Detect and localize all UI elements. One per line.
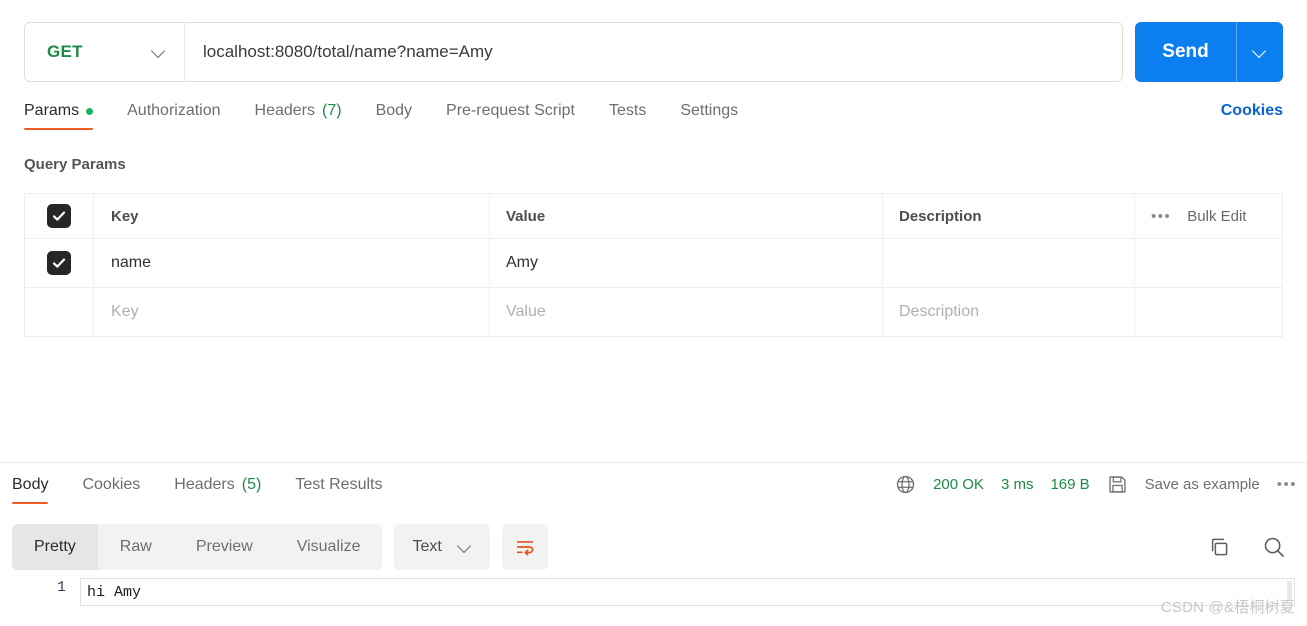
column-header-key-cell: Key — [94, 194, 490, 238]
column-header-description-cell: Description — [883, 194, 1134, 238]
select-all-checkbox[interactable] — [47, 204, 71, 228]
response-body-toolbar: Pretty Raw Preview Visualize Text — [12, 524, 1295, 570]
placeholder-select-cell — [25, 288, 94, 336]
response-body-actions — [1207, 534, 1295, 560]
row-value-cell[interactable]: Amy — [490, 239, 883, 287]
view-mode-pretty[interactable]: Pretty — [12, 524, 98, 570]
chevron-down-icon — [458, 540, 472, 554]
send-button[interactable]: Send — [1135, 22, 1237, 82]
wrap-text-button[interactable] — [501, 524, 548, 570]
response-tab-test-results[interactable]: Test Results — [295, 476, 382, 504]
tab-headers[interactable]: Headers (7) — [255, 102, 342, 130]
response-status: 200 OK — [933, 476, 984, 493]
globe-icon[interactable] — [895, 474, 916, 495]
http-method-label: GET — [47, 42, 83, 61]
placeholder-key-cell[interactable]: Key — [94, 288, 490, 336]
query-params-table: Key Value Description ••• Bulk Edit name… — [24, 193, 1283, 337]
response-ellipsis-icon[interactable]: ••• — [1277, 476, 1297, 493]
row-key-cell[interactable]: name — [94, 239, 490, 287]
tab-body-label: Body — [375, 102, 413, 119]
tab-settings[interactable]: Settings — [680, 102, 738, 130]
tab-pre-request-script-label: Pre-request Script — [446, 102, 575, 119]
line-number-gutter: 1 — [12, 578, 80, 618]
response-tab-body[interactable]: Body — [12, 476, 49, 504]
row-description-cell[interactable] — [883, 239, 1134, 287]
tab-params-label: Params — [24, 102, 80, 119]
response-tab-body-label: Body — [12, 476, 49, 493]
tab-headers-label: Headers — [254, 102, 315, 119]
table-actions-cell: ••• Bulk Edit — [1134, 194, 1282, 238]
placeholder-key-text: Key — [111, 303, 139, 320]
watermark: CSDN @&梧桐树夏 — [1160, 599, 1295, 616]
response-body-line: hi Amy — [87, 583, 142, 601]
placeholder-value-text: Value — [506, 303, 546, 320]
row-actions-cell — [1134, 239, 1282, 287]
table-row[interactable]: name Amy — [25, 239, 1282, 288]
copy-icon[interactable] — [1207, 535, 1231, 559]
tab-pre-request-script[interactable]: Pre-request Script — [446, 102, 575, 130]
response-tab-headers[interactable]: Headers (5) — [174, 476, 261, 504]
ellipsis-icon[interactable]: ••• — [1151, 208, 1171, 225]
line-number: 1 — [56, 579, 66, 596]
placeholder-description-cell[interactable]: Description — [883, 288, 1134, 336]
table-header-row: Key Value Description ••• Bulk Edit — [25, 194, 1282, 239]
save-as-example-button[interactable]: Save as example — [1145, 476, 1260, 493]
response-tab-test-results-label: Test Results — [295, 476, 383, 493]
select-all-cell — [25, 194, 94, 238]
placeholder-actions-cell — [1134, 288, 1282, 336]
table-placeholder-row[interactable]: Key Value Description — [25, 288, 1282, 337]
column-header-key: Key — [111, 207, 139, 225]
response-tab-headers-label: Headers — [174, 476, 235, 493]
view-mode-visualize[interactable]: Visualize — [275, 524, 383, 570]
response-view-mode-group: Pretty Raw Preview Visualize — [12, 524, 383, 570]
tab-authorization-label: Authorization — [127, 102, 221, 119]
tab-settings-label: Settings — [680, 102, 739, 119]
tab-headers-count: (7) — [322, 102, 342, 119]
row-value-value: Amy — [506, 254, 538, 271]
query-params-title: Query Params — [24, 156, 126, 173]
response-size: 169 B — [1050, 476, 1090, 493]
row-select-cell — [25, 239, 94, 287]
view-mode-preview[interactable]: Preview — [174, 524, 275, 570]
tab-authorization[interactable]: Authorization — [127, 102, 220, 130]
params-modified-dot-icon — [86, 107, 94, 115]
response-format-dropdown[interactable]: Text — [394, 524, 490, 570]
tab-tests-label: Tests — [608, 102, 647, 119]
view-mode-raw[interactable]: Raw — [98, 524, 174, 570]
column-header-value: Value — [506, 207, 546, 225]
placeholder-value-cell[interactable]: Value — [490, 288, 883, 336]
column-header-value-cell: Value — [490, 194, 883, 238]
request-url-row: GET Send — [24, 22, 1283, 82]
send-button-group[interactable]: Send — [1135, 22, 1283, 82]
floppy-disk-icon[interactable] — [1107, 474, 1128, 495]
response-body-content[interactable]: hi Amy — [80, 578, 1295, 606]
response-meta: 200 OK 3 ms 169 B Save as example ••• — [895, 474, 1297, 495]
tab-body[interactable]: Body — [376, 102, 412, 130]
url-bar: GET — [24, 22, 1123, 82]
tab-tests[interactable]: Tests — [609, 102, 646, 130]
response-tab-cookies[interactable]: Cookies — [82, 476, 140, 504]
response-tab-headers-count: (5) — [241, 476, 262, 493]
send-options-button[interactable] — [1237, 22, 1283, 82]
response-body-editor: 1 hi Amy — [12, 578, 1295, 618]
response-format-label: Text — [412, 538, 442, 555]
request-tabs: Params Authorization Headers (7) Body Pr… — [24, 102, 1283, 136]
column-header-description: Description — [899, 207, 982, 225]
cookies-link[interactable]: Cookies — [1221, 102, 1283, 120]
chevron-down-icon — [1253, 45, 1267, 59]
wrap-text-icon — [514, 536, 536, 558]
url-input[interactable] — [185, 23, 1122, 81]
search-icon[interactable] — [1261, 534, 1287, 560]
http-method-dropdown[interactable]: GET — [25, 23, 185, 81]
response-time: 3 ms — [1000, 476, 1034, 493]
row-checkbox[interactable] — [47, 251, 71, 275]
chevron-down-icon — [152, 45, 166, 59]
bulk-edit-button[interactable]: Bulk Edit — [1187, 208, 1246, 225]
response-tab-cookies-label: Cookies — [82, 476, 141, 493]
pane-divider[interactable] — [0, 462, 1307, 463]
placeholder-description-text: Description — [899, 303, 980, 320]
tab-params[interactable]: Params — [24, 102, 94, 130]
postman-window: GET Send Params Authorization Headers (7… — [0, 0, 1307, 626]
row-key-value: name — [111, 254, 152, 271]
